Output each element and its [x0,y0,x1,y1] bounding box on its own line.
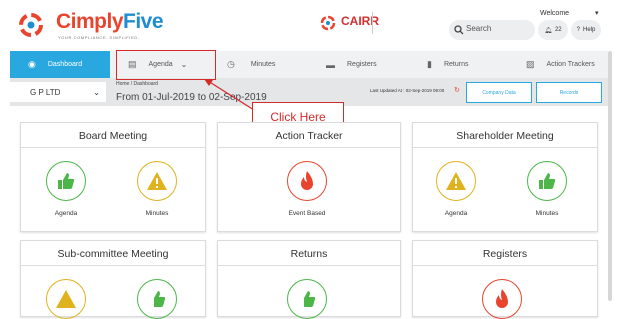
product-name: CAIRR [341,14,379,28]
flame-icon [301,171,313,190]
card-title: Action Tracker [275,130,343,142]
notifications-button[interactable]: 🔔︎ 22 [538,20,568,40]
nav-registers-label: Registers [347,61,377,68]
warning-icon [446,172,466,190]
card-divider [413,147,597,148]
thumbs-up-icon [539,173,556,189]
help-button[interactable]: ? Help [571,20,601,40]
brand-name: CimplyFive [56,10,164,33]
bell-icon: 🔔︎ [544,27,552,34]
card-divider [21,147,205,148]
minutes-label: Minutes [535,210,559,217]
refresh-icon[interactable]: ↻ [454,86,460,94]
folder-icon: ▬ [326,59,335,70]
warning-icon [147,172,167,190]
card-shareholder-meeting: Shareholder Meeting Agenda Minutes [412,122,598,232]
welcome-text[interactable]: Welcome [540,10,569,17]
nav-minutes[interactable]: ◷ Minutes [227,51,275,78]
event-based-label: Event Based [288,210,326,217]
card-registers: Registers [412,240,598,319]
dashboard-icon: ◉ [28,59,36,69]
tracker-icon: ▨ [526,59,535,69]
card-divider [21,265,205,266]
last-updated-text: Last Updated At : 02-Sep-2019 09:00 [370,88,445,93]
card-title: Board Meeting [78,130,148,142]
clock-icon: ◷ [227,59,235,69]
chevron-down-icon: ⌄ [93,87,100,97]
nav-action-trackers-label: Action Trackers [546,61,595,68]
card-action-tracker: Action Tracker Event Based [217,122,401,232]
card-sub-committee-meeting: Sub-committee Meeting [20,240,206,319]
cimplyfive-logo-icon [19,13,43,37]
nav-returns[interactable]: ▮ Returns [427,51,468,78]
company-value: G P LTD [30,87,61,97]
registers-status-button[interactable] [482,279,522,319]
nav-registers[interactable]: ▬ Registers [326,51,377,78]
thumbs-up-icon [154,291,166,307]
search-icon [454,25,464,35]
nav-returns-label: Returns [443,61,469,68]
breadcrumb[interactable]: Home / Dashboard [116,81,158,87]
thumbs-up-icon [58,173,75,189]
agenda-status-button[interactable] [46,279,86,319]
question-icon: ? [576,27,580,33]
minutes-status-button[interactable] [137,161,177,201]
help-label: Help [583,27,596,33]
minutes-status-button[interactable] [137,279,177,319]
brand-tagline: YOUR COMPLIANCE. SIMPLIFIED. [58,35,140,40]
company-data-button[interactable]: Company Data [466,82,532,103]
agenda-status-button[interactable] [436,161,476,201]
card-title: Returns [290,248,328,260]
document-icon: ▮ [427,59,432,69]
cairr-logo-icon [320,15,336,31]
minutes-label: Minutes [145,210,169,217]
returns-status-button[interactable] [287,279,327,319]
card-title: Shareholder Meeting [456,130,554,142]
search-placeholder: Search [466,24,492,33]
company-select[interactable]: G P LTD ⌄ [10,82,106,102]
page-scrollbar[interactable] [608,51,612,301]
agenda-label: Agenda [54,210,78,217]
notification-count: 22 [554,27,562,33]
nav-dashboard[interactable]: ◉ Dashboard [10,51,110,78]
header-divider [372,12,373,34]
card-board-meeting: Board Meeting Agenda Minutes [20,122,206,232]
callout-arrow [204,79,255,111]
nav-dashboard-label: Dashboard [47,61,83,68]
agenda-label: Agenda [444,210,468,217]
event-based-status-button[interactable] [287,161,327,201]
flame-icon [496,289,508,308]
card-returns: Returns [217,240,401,319]
nav-action-trackers[interactable]: ▨ Action Trackers [526,51,595,78]
minutes-status-button[interactable] [527,161,567,201]
thumbs-up-icon [304,291,316,307]
warning-icon [56,290,76,308]
records-button[interactable]: Records [536,82,602,103]
agenda-status-button[interactable] [46,161,86,201]
nav-minutes-label: Minutes [250,61,276,68]
card-divider [218,147,400,148]
card-title: Sub-committee Meeting [57,248,169,260]
chevron-down-icon[interactable]: ▾ [595,9,599,17]
card-divider [218,265,400,266]
card-title: Registers [482,248,528,260]
card-divider [413,265,597,266]
